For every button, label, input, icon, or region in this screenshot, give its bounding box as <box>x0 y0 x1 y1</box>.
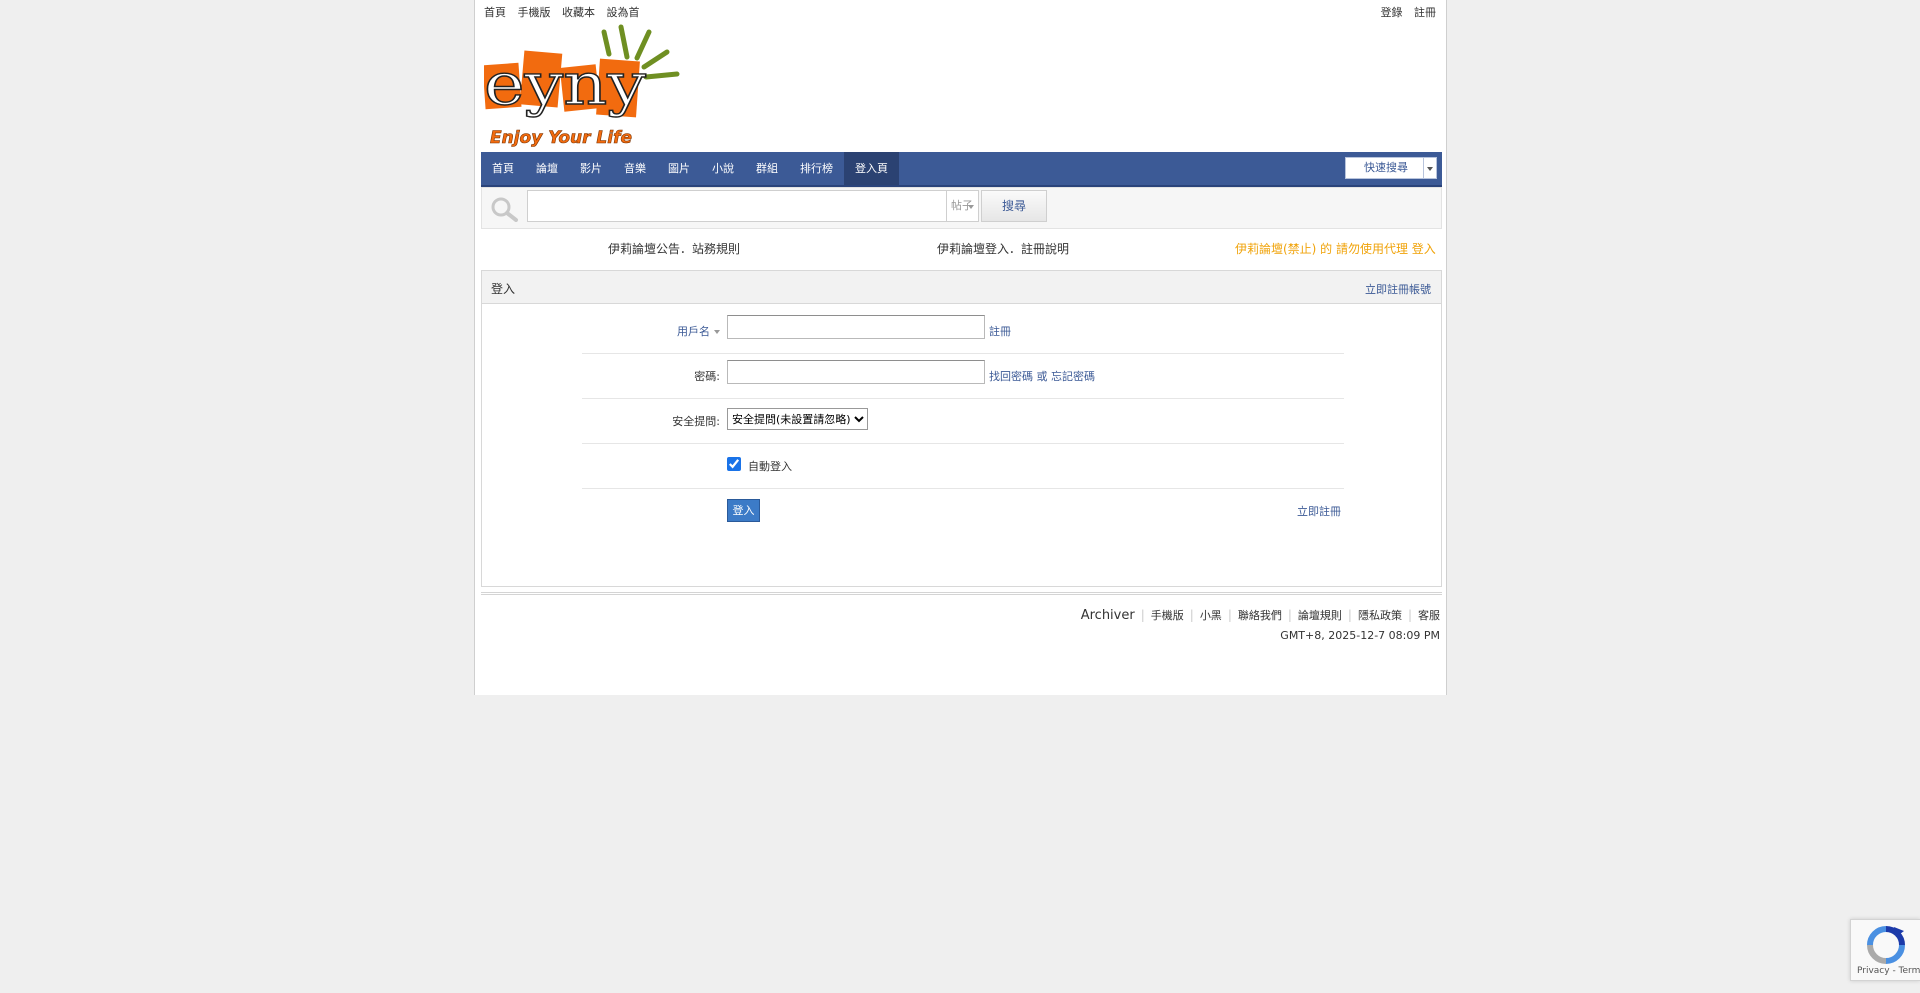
top-link-bookmark[interactable]: 收藏本 <box>562 6 595 19</box>
search-type-select[interactable]: 帖子 <box>947 190 979 222</box>
register-link-inline[interactable]: 註冊 <box>989 323 1011 339</box>
top-links: 首頁 手機版 收藏本 設為首 <box>484 4 648 20</box>
login-title: 登入 <box>491 282 516 296</box>
search-icon <box>491 197 518 222</box>
footer-link-privacy[interactable]: 隱私政策 <box>1358 609 1402 622</box>
login-submit-button[interactable]: 登入 <box>727 499 760 522</box>
password-input[interactable] <box>727 360 985 384</box>
footer-link-blackroom[interactable]: 小黑 <box>1200 609 1222 622</box>
password-label: 密碼: <box>694 370 720 383</box>
footer-link-mobile[interactable]: 手機版 <box>1151 609 1184 622</box>
register-now-link[interactable]: 立即註冊 <box>1297 503 1341 519</box>
security-question-row: 安全提問: 安全提問(未設置請忽略) <box>582 399 1344 444</box>
nav-item-home[interactable]: 首頁 <box>481 152 525 185</box>
chevron-down-icon <box>968 205 974 212</box>
main-nav: 首頁 論壇 影片 音樂 圖片 小說 群組 排行榜 登入頁 快速搜尋 <box>481 152 1442 187</box>
security-question-label: 安全提問: <box>672 415 720 428</box>
chevron-down-icon <box>714 330 720 337</box>
username-label: 用戶名 <box>677 325 710 338</box>
quick-search-dropdown[interactable]: 快速搜尋 <box>1345 157 1437 179</box>
notice-link-3[interactable]: 伊莉論壇(禁止) 的 請勿使用代理 登入 <box>1235 240 1436 257</box>
login-panel-header: 登入 立即註冊帳號 <box>482 271 1441 304</box>
top-link-mobile[interactable]: 手機版 <box>518 6 551 19</box>
search-bar: 帖子 搜尋 <box>481 187 1442 229</box>
nav-item-login[interactable]: 登入頁 <box>844 152 899 185</box>
footer-link-support[interactable]: 客服 <box>1418 609 1440 622</box>
search-input[interactable] <box>527 190 947 222</box>
footer-link-archiver[interactable]: Archiver <box>1081 608 1135 623</box>
nav-item-forum[interactable]: 論壇 <box>525 152 569 185</box>
footer-links: Archiver | 手機版 | 小黑 | 聯絡我們 | 論壇規則 | 隱私政策 | 客服 <box>1080 608 1440 623</box>
login-panel: 登入 立即註冊帳號 用戶名 註冊 密碼: 找回密碼 或 忘記密碼 安全提問: 安… <box>481 270 1442 587</box>
logo-brand: eyny <box>484 50 646 118</box>
password-row: 密碼: 找回密碼 或 忘記密碼 <box>582 354 1344 399</box>
top-link-home[interactable]: 首頁 <box>484 6 506 19</box>
nav-item-groups[interactable]: 群組 <box>745 152 789 185</box>
footer-timestamp: GMT+8, 2025-12-7 08:09 PM <box>1280 629 1440 642</box>
nav-item-music[interactable]: 音樂 <box>613 152 657 185</box>
forgot-password-link[interactable]: 找回密碼 或 忘記密碼 <box>989 368 1095 384</box>
logo-tagline: Enjoy Your Life <box>490 128 632 148</box>
recaptcha-icon <box>1867 926 1905 964</box>
nav-item-video[interactable]: 影片 <box>569 152 613 185</box>
register-account-link[interactable]: 立即註冊帳號 <box>1365 281 1431 297</box>
recaptcha-badge[interactable]: Privacy - Terms <box>1850 919 1920 981</box>
security-question-select[interactable]: 安全提問(未設置請忽略) <box>727 408 868 430</box>
recaptcha-terms[interactable]: Privacy - Terms <box>1857 966 1920 976</box>
notice-link-2[interactable]: 伊莉論壇登入．註冊說明 <box>937 240 1069 257</box>
quick-search-label: 快速搜尋 <box>1364 161 1408 174</box>
top-link-sethome[interactable]: 設為首 <box>607 6 640 19</box>
footer-divider <box>481 592 1442 595</box>
top-login-link[interactable]: 登錄 <box>1381 6 1403 19</box>
username-input[interactable] <box>727 315 985 339</box>
notice-link-1[interactable]: 伊莉論壇公告．站務規則 <box>608 240 740 257</box>
autologin-row: 自動登入 <box>582 444 1344 489</box>
autologin-label: 自動登入 <box>748 460 792 473</box>
page-container: 首頁 手機版 收藏本 設為首 登錄 註冊 eyny Enjoy Your Lif… <box>474 0 1447 695</box>
nav-item-pictures[interactable]: 圖片 <box>657 152 701 185</box>
nav-item-novels[interactable]: 小說 <box>701 152 745 185</box>
nav-item-ranking[interactable]: 排行榜 <box>789 152 844 185</box>
footer-link-contact[interactable]: 聯絡我們 <box>1238 609 1282 622</box>
top-right-links: 登錄 註冊 <box>1373 4 1437 20</box>
submit-row: 登入 立即註冊 <box>582 489 1344 533</box>
footer-link-rules[interactable]: 論壇規則 <box>1298 609 1342 622</box>
chevron-down-icon <box>1423 158 1436 178</box>
site-logo[interactable]: eyny Enjoy Your Life <box>484 22 684 150</box>
notice-bar: 伊莉論壇公告．站務規則 伊莉論壇登入．註冊說明 伊莉論壇(禁止) 的 請勿使用代… <box>481 230 1442 264</box>
search-button[interactable]: 搜尋 <box>981 190 1047 222</box>
username-type-select[interactable]: 用戶名 <box>677 323 720 339</box>
autologin-checkbox[interactable] <box>727 457 741 471</box>
username-row: 用戶名 註冊 <box>582 309 1344 354</box>
top-register-link[interactable]: 註冊 <box>1414 6 1436 19</box>
